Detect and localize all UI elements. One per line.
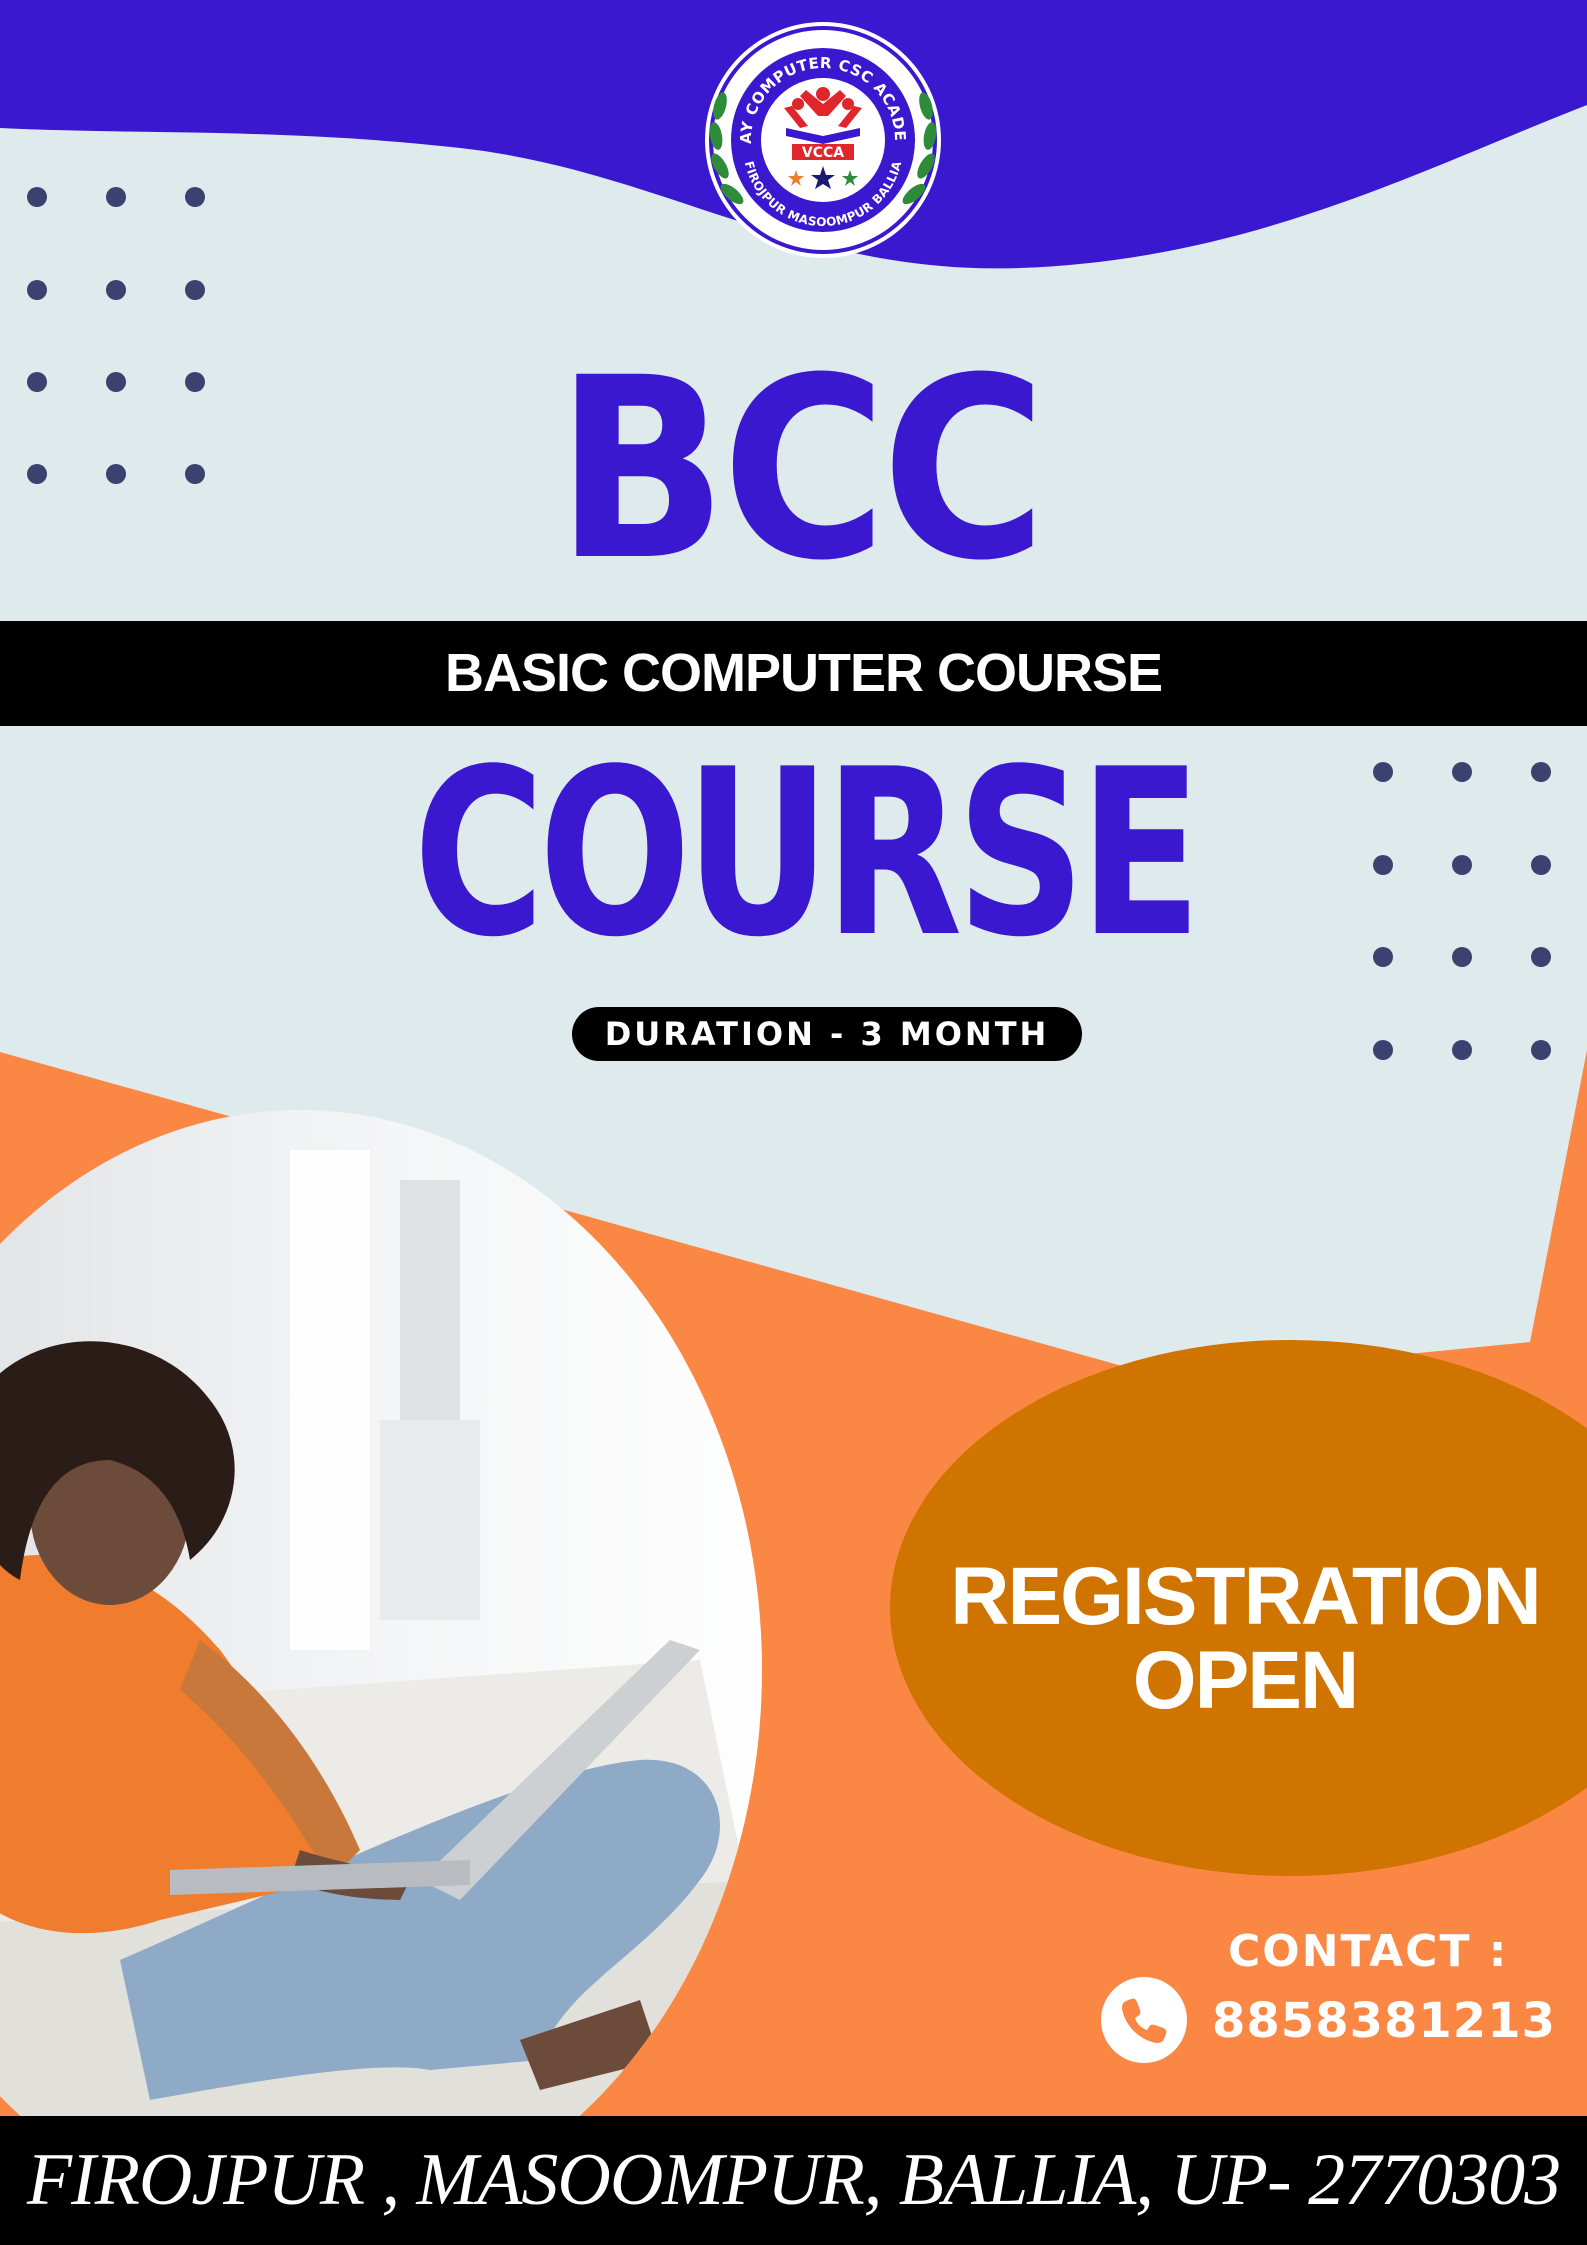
course-subtitle: BASIC COMPUTER COURSE: [444, 643, 1163, 703]
duration-badge: DURATION - 3 MONTH: [572, 1007, 1082, 1061]
phone-number[interactable]: 8858381213: [1212, 1992, 1556, 2050]
poster: VIJAY COMPUTER CSC ACADEMY FIROJPUR MASO…: [0, 0, 1587, 2245]
registration-line-1: REGISTRATION: [950, 1551, 1541, 1642]
phone-icon[interactable]: [1101, 1977, 1187, 2063]
bcc-title: BCC: [555, 324, 1047, 615]
registration-line-2: OPEN: [1132, 1635, 1359, 1726]
contact-label: CONTACT :: [1228, 1926, 1509, 1977]
address: FIROJPUR , MASOOMPUR, BALLIA, UP- 277030…: [26, 2139, 1561, 2221]
course-title: COURSE: [413, 721, 1202, 988]
registration-callout: REGISTRATION OPEN: [930, 1555, 1560, 1723]
logo-badge: VCCA: [802, 145, 844, 161]
academy-logo: VIJAY COMPUTER CSC ACADEMY FIROJPUR MASO…: [688, 16, 941, 258]
